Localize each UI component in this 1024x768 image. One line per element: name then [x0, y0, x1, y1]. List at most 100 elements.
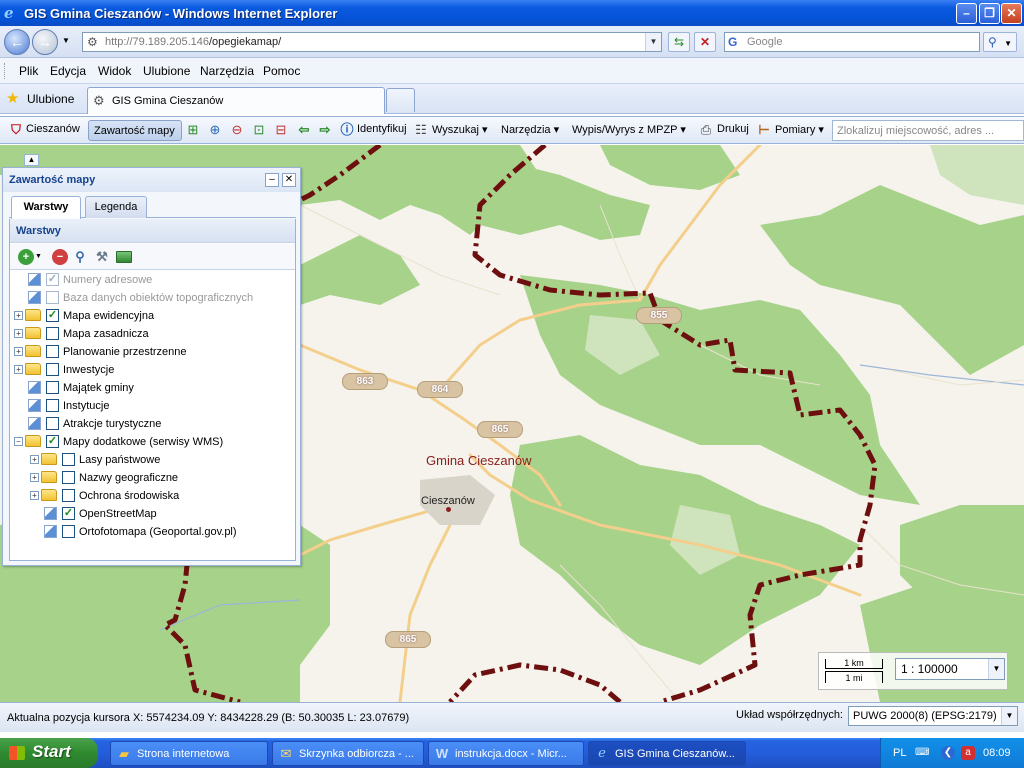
locate-input[interactable]: Zlokalizuj miejscowość, adres ... — [832, 120, 1024, 141]
identify-button[interactable]: Identyfikuj — [357, 123, 407, 135]
layer-checkbox[interactable] — [46, 327, 59, 340]
layer-row[interactable]: Majątek gminy — [10, 379, 295, 397]
layer-checkbox[interactable] — [46, 363, 59, 376]
expand-icon[interactable]: + — [14, 365, 23, 374]
search-input[interactable]: G Google — [724, 32, 980, 52]
layer-row[interactable]: Baza danych obiektów topograficznych — [10, 289, 295, 307]
zoom-in-icon[interactable]: ⊕ — [207, 122, 223, 138]
scale-select[interactable]: 1 : 100000 ▼ — [895, 658, 1005, 680]
layer-row[interactable]: − ✓ Mapy dodatkowe (serwisy WMS) — [10, 433, 295, 451]
close-button[interactable]: ✕ — [1001, 3, 1022, 24]
panel-minimize-button[interactable]: – — [265, 173, 279, 187]
keyboard-icon[interactable]: ⌨ — [915, 746, 929, 760]
layer-checkbox[interactable] — [62, 453, 75, 466]
back-button[interactable]: ← — [4, 29, 30, 55]
acrobat-icon[interactable]: a — [961, 746, 975, 760]
layer-row[interactable]: Ortofotomapa (Geoportal.gov.pl) — [10, 523, 295, 541]
start-button[interactable]: Start — [0, 738, 98, 768]
taskbar-item-folder[interactable]: ▰ Strona internetowa — [110, 741, 268, 766]
expand-icon[interactable]: + — [14, 329, 23, 338]
layer-checkbox[interactable] — [46, 417, 59, 430]
next-extent-icon[interactable]: ⇨ — [317, 122, 333, 138]
expand-icon[interactable]: + — [30, 455, 39, 464]
layer-group-icon[interactable] — [116, 251, 132, 263]
menu-tools[interactable]: Narzędzia — [200, 64, 254, 78]
mpzp-menu-button[interactable]: Wypis/Wyrys z MPZP ▾ — [572, 123, 686, 136]
layer-row[interactable]: + Ochrona środowiska — [10, 487, 295, 505]
map-contents-button[interactable]: Zawartość mapy — [88, 120, 182, 141]
menu-file[interactable]: Plik — [19, 64, 38, 78]
panel-collapse-button[interactable]: ▲ — [24, 154, 39, 166]
layer-row[interactable]: ✓ Numery adresowe — [10, 271, 295, 289]
tab-legend[interactable]: Legenda — [85, 196, 147, 218]
menu-favorites[interactable]: Ulubione — [143, 64, 190, 78]
home-button[interactable]: Cieszanów — [26, 123, 80, 135]
browser-tab-active[interactable]: ⚙ GIS Gmina Cieszanów — [87, 87, 385, 114]
layer-row[interactable]: Atrakcje turystyczne — [10, 415, 295, 433]
new-tab-button[interactable] — [386, 88, 415, 112]
layer-checkbox[interactable] — [46, 345, 59, 358]
crs-dropdown-icon[interactable]: ▼ — [1001, 707, 1017, 725]
panel-header[interactable]: Zawartość mapy – ✕ — [3, 168, 300, 192]
maximize-button[interactable]: ❐ — [979, 3, 1000, 24]
menu-help[interactable]: Pomoc — [263, 64, 300, 78]
favorites-star-icon[interactable]: ★ — [6, 89, 19, 107]
layer-row[interactable]: + ✓ Mapa ewidencyjna — [10, 307, 295, 325]
layer-checkbox[interactable] — [62, 471, 75, 484]
taskbar-item-ie[interactable]: e GIS Gmina Cieszanów... — [588, 741, 746, 766]
forward-button[interactable]: → — [32, 29, 58, 55]
layer-checkbox[interactable] — [46, 381, 59, 394]
search-go-button[interactable]: ⚲ ▼ — [983, 32, 1017, 52]
layer-checkbox[interactable] — [46, 399, 59, 412]
layer-row[interactable]: + Nazwy geograficzne — [10, 469, 295, 487]
full-extent-icon[interactable]: ⊞ — [185, 122, 201, 138]
collapse-icon[interactable]: − — [14, 437, 23, 446]
expand-icon[interactable]: + — [14, 311, 23, 320]
zoom-box-in-icon[interactable]: ⊡ — [251, 122, 267, 138]
expand-icon[interactable]: + — [30, 473, 39, 482]
add-layer-icon[interactable]: + — [18, 249, 34, 265]
layer-row[interactable]: + Lasy państwowe — [10, 451, 295, 469]
stop-button[interactable]: ✕ — [694, 32, 716, 52]
zoom-to-layer-icon[interactable]: ⚲ — [72, 249, 88, 265]
layer-row[interactable]: ✓ OpenStreetMap — [10, 505, 295, 523]
refresh-button[interactable]: ⇆ — [668, 32, 690, 52]
taskbar-item-word[interactable]: W instrukcja.docx - Micr... — [428, 741, 584, 766]
layer-properties-icon[interactable]: ⚒ — [94, 249, 110, 265]
zoom-out-icon[interactable]: ⊖ — [229, 122, 245, 138]
url-dropdown-icon[interactable]: ▼ — [645, 33, 661, 51]
tray-back-icon[interactable]: ❮ — [941, 746, 955, 760]
minimize-button[interactable]: – — [956, 3, 977, 24]
layer-row[interactable]: + Inwestycje — [10, 361, 295, 379]
measure-menu-button[interactable]: Pomiary ▾ — [775, 123, 824, 136]
url-input[interactable]: ⚙ http://79.189.205.146/opegiekamap/ ▼ — [82, 32, 662, 52]
layer-checkbox[interactable]: ✓ — [46, 309, 59, 322]
remove-layer-icon[interactable]: − — [52, 249, 68, 265]
layer-row[interactable]: + Mapa zasadnicza — [10, 325, 295, 343]
zoom-box-out-icon[interactable]: ⊟ — [273, 122, 289, 138]
layer-row[interactable]: + Planowanie przestrzenne — [10, 343, 295, 361]
menu-edit[interactable]: Edycja — [50, 64, 86, 78]
panel-close-button[interactable]: ✕ — [282, 173, 296, 187]
search-menu-button[interactable]: Wyszukaj ▾ — [432, 123, 488, 136]
scale-dropdown-icon[interactable]: ▼ — [988, 659, 1004, 679]
tools-menu-button[interactable]: Narzędzia ▾ — [501, 123, 559, 136]
layer-checkbox[interactable] — [62, 525, 75, 538]
layer-checkbox[interactable]: ✓ — [46, 435, 59, 448]
expand-icon[interactable]: + — [14, 347, 23, 356]
layer-row[interactable]: Instytucje — [10, 397, 295, 415]
crs-select[interactable]: PUWG 2000(8) (EPSG:2179) ▼ — [848, 706, 1018, 726]
layer-checkbox[interactable]: ✓ — [62, 507, 75, 520]
previous-extent-icon[interactable]: ⇦ — [296, 122, 312, 138]
favorites-button[interactable]: Ulubione — [27, 92, 74, 106]
add-layer-dropdown-icon[interactable]: ▼ — [35, 253, 42, 260]
expand-icon[interactable]: + — [30, 491, 39, 500]
taskbar-item-outlook[interactable]: ✉ Skrzynka odbiorcza - ... — [272, 741, 424, 766]
layer-checkbox[interactable] — [62, 489, 75, 502]
language-indicator[interactable]: PL — [893, 747, 906, 759]
history-dropdown-icon[interactable]: ▼ — [62, 36, 70, 45]
print-button[interactable]: Drukuj — [717, 123, 749, 135]
tab-layers[interactable]: Warstwy — [11, 196, 81, 219]
layer-label: Ochrona środowiska — [79, 490, 180, 502]
menu-view[interactable]: Widok — [98, 64, 131, 78]
